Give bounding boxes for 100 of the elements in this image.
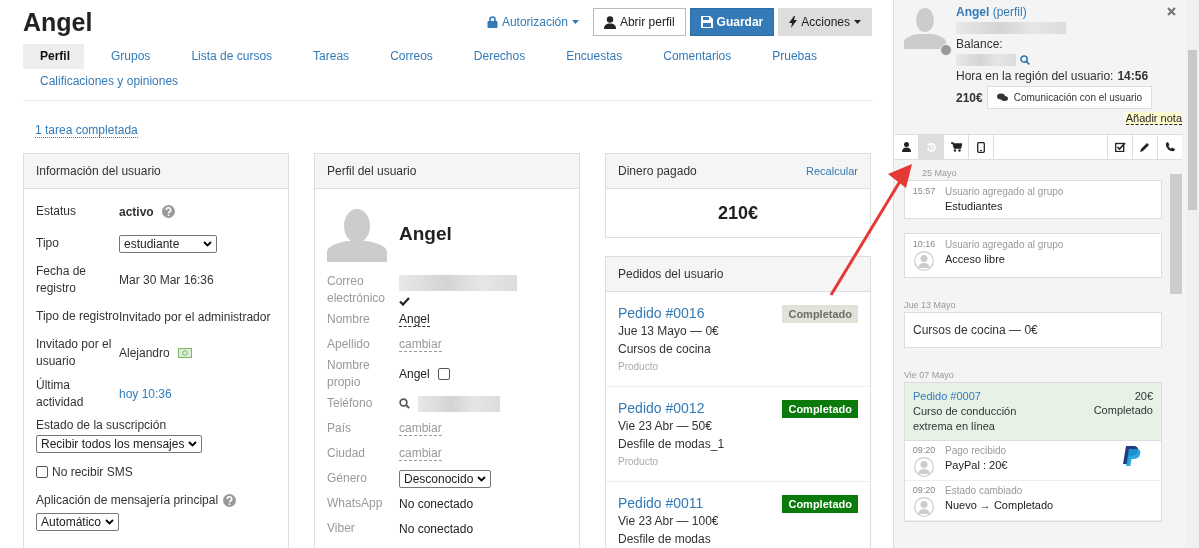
activity-link[interactable]: hoy 10:36 [119, 387, 172, 401]
status-badge: Completado [782, 305, 858, 323]
field-label: País [327, 420, 352, 437]
caret-icon [571, 20, 579, 24]
status-badge: Completado [782, 495, 858, 513]
save-button[interactable]: Guardar [689, 8, 775, 36]
field-value: No conectado [399, 521, 474, 536]
profile-tab[interactable]: Grupos [94, 44, 165, 69]
field-label: Ciudad [327, 445, 367, 462]
card-title: Perfil del usuario [327, 164, 417, 178]
profile-tab[interactable]: Perfil [23, 44, 84, 69]
order-product: Desfile de modas [618, 531, 712, 547]
event-time: 09:20 [912, 445, 936, 455]
authorization-menu[interactable]: Autorización [486, 15, 579, 29]
order-product: Cursos de cocina [618, 341, 712, 357]
open-profile-button[interactable]: Abrir perfil [592, 8, 686, 36]
profile-tab[interactable]: Derechos [456, 44, 540, 69]
page-title: Angel [23, 7, 93, 37]
user-name-link[interactable]: Angel [956, 5, 990, 19]
note-text: Cursos de cocina — 0€ [913, 323, 1038, 337]
search-icon[interactable] [399, 398, 410, 409]
avatar-icon [904, 7, 946, 49]
event-title: Estado cambiado [945, 485, 1024, 496]
field-label: Tipo [36, 235, 60, 252]
money-icon [177, 348, 192, 358]
own-name-checkbox[interactable] [437, 368, 450, 380]
timeline-date: Jue 13 Mayo [904, 299, 957, 312]
field-label: Viber [327, 520, 356, 537]
add-note-link[interactable]: Añadir nota [1125, 112, 1182, 125]
field-value: Alejandro [119, 346, 170, 360]
change-link[interactable]: cambiar [399, 337, 442, 352]
chat-button[interactable]: Comunicación con el usuario [986, 86, 1153, 109]
type-select[interactable]: estudiante [119, 234, 217, 253]
field-value: Angel [399, 367, 430, 381]
event-title: Usuario agregado al grupo [945, 239, 1064, 250]
checkbox-label: No recibir SMS [52, 465, 133, 479]
recalculate-link[interactable]: Recalcular [806, 165, 858, 177]
event-detail: Nuevo → Completado [945, 499, 1054, 511]
chevron-icon [477, 475, 487, 482]
status-value: activo [119, 204, 154, 219]
status-badge: Completado [782, 400, 858, 418]
chevron-icon [203, 240, 212, 247]
profile-tab[interactable]: Lista de cursos [174, 44, 287, 69]
order-link[interactable]: Pedido #0016 [618, 305, 719, 321]
profile-tab[interactable]: Pruebas [755, 44, 831, 69]
close-icon[interactable] [1167, 7, 1176, 16]
name-value[interactable]: Angel [399, 312, 430, 327]
profile-tab[interactable]: Calificaciones y opiniones [23, 69, 193, 94]
order-link[interactable]: Pedido #0011 [618, 495, 719, 511]
profile-tab[interactable]: Encuestas [549, 44, 637, 69]
field-label: Última actividad [36, 377, 85, 411]
order-product: Desfile de modas_1 [618, 436, 725, 452]
profile-tab[interactable]: Comentarios [646, 44, 746, 69]
avatar-icon [914, 497, 934, 517]
field-label: Estatus [36, 203, 78, 220]
help-icon[interactable] [161, 205, 175, 218]
avatar-icon [327, 206, 387, 262]
order-type: Producto [618, 361, 660, 372]
checkbox-icon [1114, 142, 1126, 152]
search-icon[interactable] [1020, 55, 1030, 65]
payment-logo-icon [1123, 446, 1141, 466]
subscription-select[interactable]: Recibir todos los mensajes [36, 435, 203, 453]
field-label: Fecha de registro [36, 263, 88, 297]
profile-tab[interactable]: Correos [373, 44, 447, 69]
sms-checkbox[interactable] [36, 466, 48, 478]
card-title: Dinero pagado [618, 164, 697, 178]
actions-button[interactable]: Acciones [778, 8, 872, 36]
order-type: Producto [618, 456, 660, 467]
page-scrollbar[interactable] [1186, 0, 1199, 548]
change-link[interactable]: cambiar [399, 446, 442, 461]
balance-label: Balance: [956, 37, 1004, 51]
card-title: Información del usuario [36, 164, 161, 178]
field-label: Nombre [327, 311, 371, 328]
help-icon[interactable] [223, 493, 237, 507]
field-label: Correo electrónico [327, 273, 387, 307]
field-label: Teléfono [327, 395, 374, 412]
history-icon [925, 141, 937, 153]
profile-link[interactable]: (perfil) [992, 5, 1027, 19]
gender-select[interactable]: Desconocido [399, 469, 492, 488]
lock-icon [486, 16, 498, 28]
chevron-icon [105, 519, 115, 525]
person-icon [901, 142, 911, 152]
order-link[interactable]: Pedido #0012 [618, 400, 725, 416]
lightning-icon [789, 16, 798, 28]
timeline-date: Vie 07 Mayo [904, 369, 955, 382]
timeline-date: 25 Mayo [921, 167, 958, 180]
profile-tab[interactable]: Tareas [296, 44, 364, 69]
order-date: Jue 13 Mayo — 0€ [618, 323, 719, 339]
change-link[interactable]: cambiar [399, 421, 442, 436]
messenger-select[interactable]: Automático [36, 513, 120, 531]
field-label: Invitado por el usuario [36, 336, 113, 370]
event-detail: Acceso libre [945, 253, 1006, 265]
event-time: 10:16 [912, 239, 936, 249]
event-title: Pago recibido [945, 445, 1008, 456]
event-detail: Estudiantes [945, 200, 1004, 212]
order-date: Vie 23 Abr — 100€ [618, 513, 719, 529]
order-link[interactable]: Pedido #0007 [913, 390, 981, 402]
field-label: Aplicación de mensajería principal [36, 493, 219, 507]
task-link[interactable]: 1 tarea completada [35, 123, 138, 138]
phone-icon [1165, 142, 1175, 152]
